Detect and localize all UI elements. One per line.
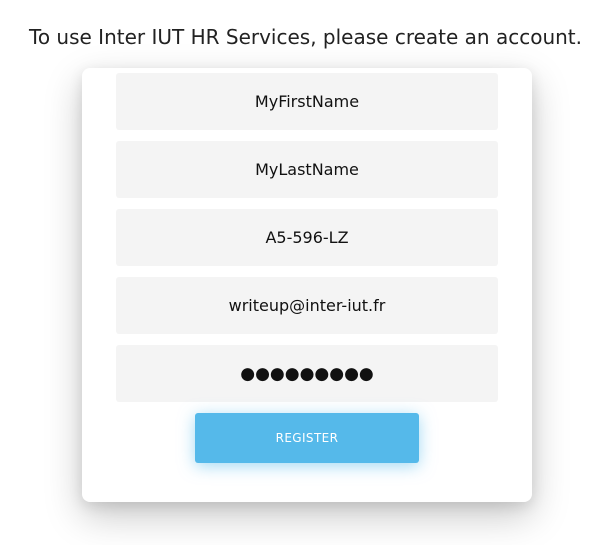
page-heading: To use Inter IUT HR Services, please cre…	[29, 25, 582, 49]
id-code-input[interactable]	[116, 209, 498, 266]
password-input[interactable]	[116, 345, 498, 402]
first-name-input[interactable]	[116, 73, 498, 130]
email-input[interactable]	[116, 277, 498, 334]
register-button[interactable]: REGISTER	[195, 413, 419, 463]
last-name-input[interactable]	[116, 141, 498, 198]
register-form-card: REGISTER	[82, 68, 532, 502]
